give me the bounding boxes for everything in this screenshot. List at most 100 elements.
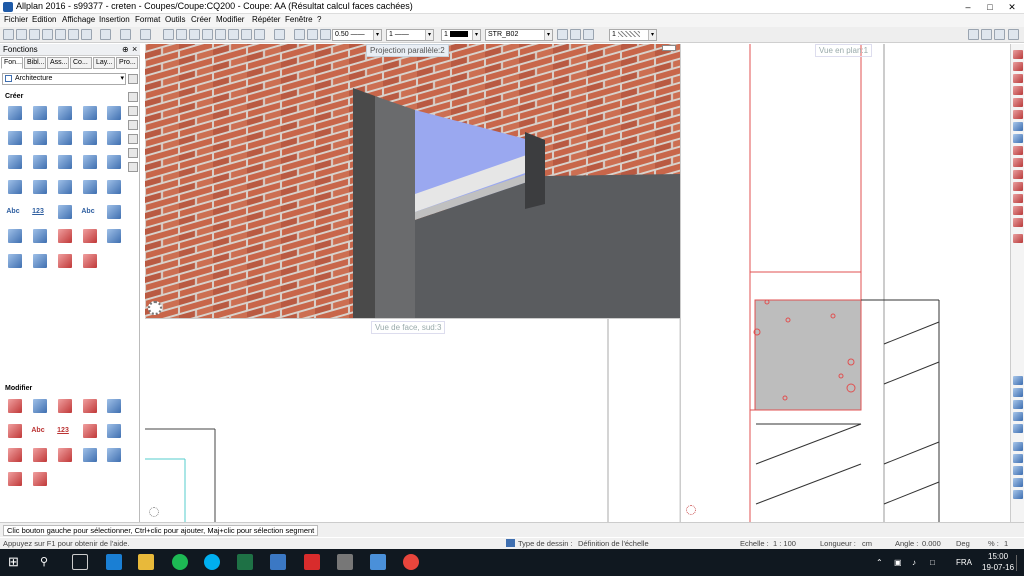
- modify-opening-icon[interactable]: [8, 472, 22, 486]
- select-rect-icon[interactable]: [1013, 490, 1023, 499]
- percent-value[interactable]: 1: [1004, 539, 1008, 548]
- pipette-icon[interactable]: [320, 29, 331, 40]
- task-view-icon[interactable]: [72, 554, 88, 570]
- tab-fonctions[interactable]: Fon...: [1, 57, 23, 69]
- excel-icon[interactable]: [237, 554, 253, 570]
- close-button[interactable]: ✕: [1004, 0, 1020, 14]
- show-desktop-button[interactable]: [1016, 555, 1024, 571]
- fixture-icon[interactable]: [58, 254, 72, 268]
- module-select[interactable]: Architecture ▾: [2, 73, 126, 85]
- tab-proprietes[interactable]: Pro...: [116, 57, 138, 69]
- tab-bibliotheque[interactable]: Bibl...: [24, 57, 46, 69]
- snap-point-icon[interactable]: [1013, 50, 1023, 59]
- stair-icon[interactable]: [58, 131, 72, 145]
- render-icon[interactable]: [241, 29, 252, 40]
- facade-icon[interactable]: [33, 254, 47, 268]
- select-filter-icon[interactable]: [1013, 478, 1023, 487]
- roof-icon[interactable]: [33, 131, 47, 145]
- opening-icon[interactable]: [83, 155, 97, 169]
- acrobat-icon[interactable]: [304, 554, 320, 570]
- wall-icon[interactable]: [8, 106, 22, 120]
- modify-mirror-icon[interactable]: [83, 448, 97, 462]
- modify-text-icon[interactable]: Abc: [31, 424, 45, 438]
- pin-icon[interactable]: ⊕: [122, 45, 129, 54]
- snap-line-icon[interactable]: [1013, 146, 1023, 155]
- distribute-icon[interactable]: [1013, 412, 1023, 421]
- modify-hatch-icon[interactable]: [83, 424, 97, 438]
- tab-assistants[interactable]: Ass...: [47, 57, 69, 69]
- pen-thickness-select[interactable]: 0.50 —— ▾: [332, 29, 382, 41]
- info-icon[interactable]: [1008, 29, 1019, 40]
- palette-2-icon[interactable]: [128, 106, 138, 116]
- palette-6-icon[interactable]: [128, 162, 138, 172]
- language-indicator[interactable]: FRA: [956, 558, 972, 567]
- panel-icon[interactable]: [107, 106, 121, 120]
- snap-angle-icon[interactable]: [1013, 158, 1023, 167]
- allplan-taskbar-icon[interactable]: [270, 554, 286, 570]
- tray-chevron-icon[interactable]: ⌃: [876, 558, 883, 567]
- modify-copy-icon[interactable]: [33, 448, 47, 462]
- palette-5-icon[interactable]: [128, 148, 138, 158]
- modify-replace-icon[interactable]: [58, 448, 72, 462]
- foundation-icon[interactable]: [33, 180, 47, 194]
- grid-layout-icon[interactable]: [58, 205, 72, 219]
- line-wall-icon[interactable]: [58, 106, 72, 120]
- macro-icon[interactable]: [83, 229, 97, 243]
- snap-grid-icon[interactable]: [1013, 134, 1023, 143]
- niche-icon[interactable]: [107, 155, 121, 169]
- railing-icon[interactable]: [58, 180, 72, 194]
- modify-properties-icon[interactable]: [8, 399, 22, 413]
- filter-icon[interactable]: [1013, 442, 1023, 451]
- volume-icon[interactable]: ♪: [912, 558, 916, 567]
- menu-modifier[interactable]: Modifier: [216, 15, 244, 24]
- menu-insertion[interactable]: Insertion: [99, 15, 130, 24]
- ramp-icon[interactable]: [8, 180, 22, 194]
- menu-edition[interactable]: Edition: [32, 15, 56, 24]
- snap-perp-icon[interactable]: [1013, 110, 1023, 119]
- redo-icon[interactable]: [140, 29, 151, 40]
- edge-icon[interactable]: [106, 554, 122, 570]
- dimension-icon[interactable]: 123: [31, 205, 45, 219]
- open-icon[interactable]: [16, 29, 27, 40]
- pen-tool-icon[interactable]: [1013, 376, 1023, 385]
- viewport-plan[interactable]: Vue en plan:1: [680, 44, 1010, 522]
- clock-time[interactable]: 15:00: [988, 552, 1008, 561]
- cancel-snap-icon[interactable]: [1013, 234, 1023, 243]
- grid-icon[interactable]: [215, 29, 226, 40]
- layer-visible-icon[interactable]: [570, 29, 581, 40]
- menu-affichage[interactable]: Affichage: [62, 15, 95, 24]
- settings-icon[interactable]: [994, 29, 1005, 40]
- modify-surface-icon[interactable]: [107, 424, 121, 438]
- search-icon[interactable]: [128, 74, 138, 84]
- palette-4-icon[interactable]: [128, 134, 138, 144]
- viewport-front[interactable]: Vue de face, sud:3: [145, 318, 681, 523]
- label-icon[interactable]: Abc: [81, 205, 95, 219]
- save-icon[interactable]: [29, 29, 40, 40]
- modify-offset-icon[interactable]: [83, 399, 97, 413]
- beam-icon[interactable]: [33, 155, 47, 169]
- print-icon[interactable]: [42, 29, 53, 40]
- palette-3-icon[interactable]: [128, 120, 138, 130]
- chrome-icon[interactable]: [403, 554, 419, 570]
- plan-nav-icon[interactable]: [686, 505, 696, 515]
- measure-icon[interactable]: [1013, 388, 1023, 397]
- snap-icon[interactable]: [228, 29, 239, 40]
- lintel-icon[interactable]: [107, 229, 121, 243]
- recess-icon[interactable]: [8, 254, 22, 268]
- app-icon[interactable]: [337, 554, 353, 570]
- snap-reference-icon[interactable]: [1013, 194, 1023, 203]
- paste-icon[interactable]: [81, 29, 92, 40]
- options-icon[interactable]: [981, 29, 992, 40]
- front-nav-icon[interactable]: [149, 507, 159, 517]
- layer-lock-icon[interactable]: [583, 29, 594, 40]
- line-type-select[interactable]: 1 —— ▾: [386, 29, 434, 41]
- pan-icon[interactable]: [189, 29, 200, 40]
- menu-fichier[interactable]: Fichier: [4, 15, 28, 24]
- zoom-icon[interactable]: [176, 29, 187, 40]
- modify-distance-icon[interactable]: [58, 399, 72, 413]
- window-smart-icon[interactable]: [58, 229, 72, 243]
- length-value[interactable]: cm: [862, 539, 872, 548]
- align-icon[interactable]: [1013, 400, 1023, 409]
- tab-connexions[interactable]: Co...: [70, 57, 92, 69]
- block-icon[interactable]: [83, 106, 97, 120]
